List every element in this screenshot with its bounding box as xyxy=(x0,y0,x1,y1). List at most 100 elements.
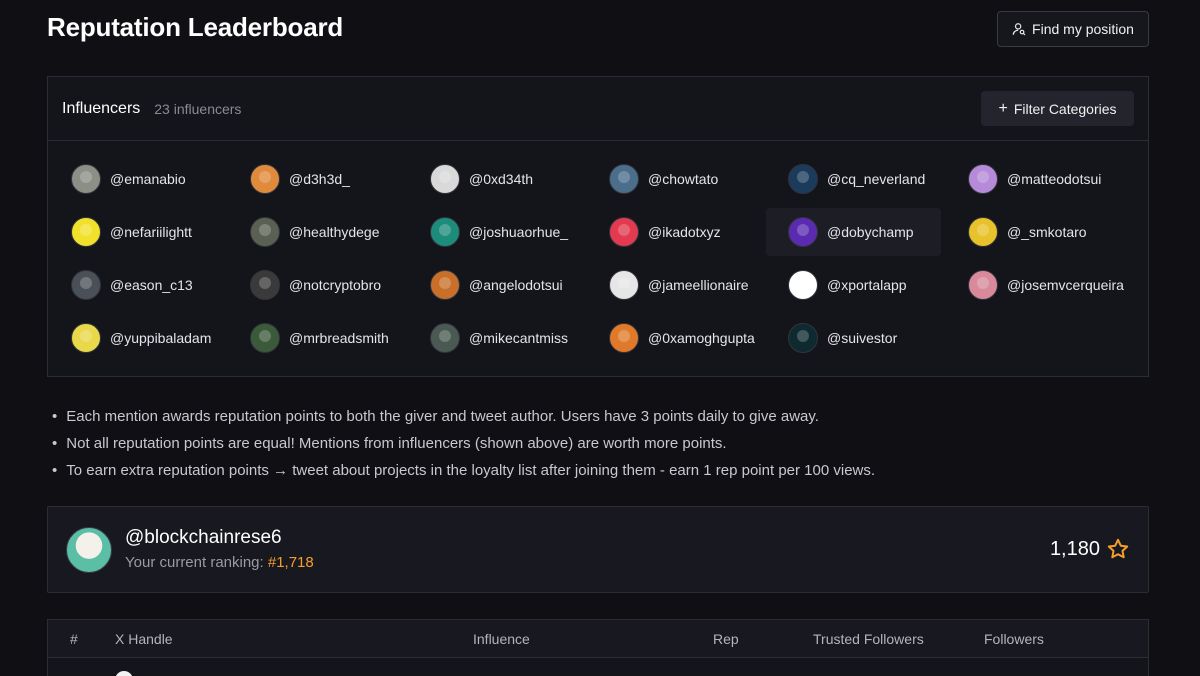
avatar xyxy=(71,270,101,300)
influencers-count: 23 influencers xyxy=(154,100,242,117)
influencer-item[interactable]: @ikadotxyz xyxy=(587,208,762,256)
col-followers[interactable]: Followers xyxy=(984,631,1044,647)
col-influence[interactable]: Influence xyxy=(473,631,530,647)
my-position-card: @blockchainrese6 Your current ranking: #… xyxy=(47,506,1149,593)
influencer-handle: @_smkotaro xyxy=(1007,224,1087,240)
influencer-item[interactable]: @suivestor xyxy=(766,314,941,362)
influencer-item[interactable]: @josemvcerqueira xyxy=(946,261,1124,309)
influencer-handle: @ikadotxyz xyxy=(648,224,721,240)
influencer-item[interactable]: @d3h3d_ xyxy=(228,155,403,203)
filter-categories-button[interactable]: + Filter Categories xyxy=(981,91,1134,126)
influencer-handle: @notcryptobro xyxy=(289,277,382,293)
influencer-item[interactable]: @0xamoghgupta xyxy=(587,314,762,362)
col-rank[interactable]: # xyxy=(70,631,78,647)
influencer-handle: @eason_c13 xyxy=(110,277,193,293)
info-list: Each mention awards reputation points to… xyxy=(52,403,875,484)
avatar xyxy=(609,270,639,300)
influencer-item[interactable]: @0xd34th xyxy=(408,155,583,203)
avatar xyxy=(115,671,133,676)
col-trusted-followers[interactable]: Trusted Followers xyxy=(813,631,924,647)
filter-categories-label: Filter Categories xyxy=(1013,100,1117,117)
page-title: Reputation Leaderboard xyxy=(47,12,344,42)
influencer-item[interactable]: @_smkotaro xyxy=(946,208,1121,256)
influencer-handle: @xportalapp xyxy=(827,277,907,293)
avatar xyxy=(788,217,818,247)
avatar xyxy=(71,164,101,194)
influencer-handle: @0xd34th xyxy=(469,171,534,187)
avatar xyxy=(71,217,101,247)
influencer-item[interactable]: @xportalapp xyxy=(766,261,941,309)
influencer-handle: @jameellionaire xyxy=(648,277,749,293)
user-icon xyxy=(1012,23,1026,36)
influencers-header: Influencers 23 influencers + Filter Cate… xyxy=(48,77,1148,141)
avatar xyxy=(968,164,998,194)
influencer-handle: @joshuaorhue_ xyxy=(469,224,569,240)
influencer-item[interactable]: @joshuaorhue_ xyxy=(408,208,583,256)
influencer-handle: @suivestor xyxy=(827,330,898,346)
influencer-item[interactable]: @matteodotsui xyxy=(946,155,1121,203)
avatar xyxy=(609,217,639,247)
col-handle[interactable]: X Handle xyxy=(115,631,173,647)
influencer-handle: @emanabio xyxy=(110,171,186,187)
influencer-handle: @nefariilightt xyxy=(110,224,192,240)
influencer-item[interactable]: @mikecantmiss xyxy=(408,314,583,362)
influencer-item[interactable]: @notcryptobro xyxy=(228,261,403,309)
influencer-handle: @mrbreadsmith xyxy=(289,330,389,346)
influencer-handle: @yuppibaladam xyxy=(110,330,212,346)
influencer-handle: @dobychamp xyxy=(827,224,914,240)
avatar xyxy=(430,323,460,353)
avatar xyxy=(609,323,639,353)
influencer-item[interactable]: @dobychamp xyxy=(766,208,941,256)
influencers-grid: @emanabio @d3h3d_ @0xd34th @chowtato @cq_nev… xyxy=(48,141,1148,377)
avatar xyxy=(968,270,998,300)
avatar xyxy=(788,270,818,300)
avatar xyxy=(71,323,101,353)
table-header: # X Handle Influence Rep Trusted Followe… xyxy=(48,620,1148,658)
influencer-item[interactable]: @healthydege xyxy=(228,208,403,256)
influencer-item[interactable]: @jameellionaire xyxy=(587,261,762,309)
avatar xyxy=(250,164,280,194)
influencer-item[interactable]: @emanabio xyxy=(49,155,224,203)
avatar xyxy=(430,217,460,247)
avatar xyxy=(430,270,460,300)
influencers-panel: Influencers 23 influencers + Filter Cate… xyxy=(47,76,1149,377)
ranking-value: #1,718 xyxy=(267,554,314,571)
influencer-handle: @chowtato xyxy=(648,171,719,187)
avatar xyxy=(430,164,460,194)
influencer-handle: @matteodotsui xyxy=(1007,171,1102,187)
avatar xyxy=(788,323,818,353)
table-row[interactable] xyxy=(48,658,1148,676)
my-handle[interactable]: @blockchainrese6 xyxy=(125,527,282,549)
influencer-handle: @d3h3d_ xyxy=(289,171,350,187)
info-item: Each mention awards reputation points to… xyxy=(52,403,875,430)
influencer-item[interactable]: @cq_neverland xyxy=(766,155,941,203)
influencer-item[interactable]: @nefariilightt xyxy=(49,208,224,256)
find-my-position-label: Find my position xyxy=(1032,21,1134,37)
avatar xyxy=(250,323,280,353)
influencer-item[interactable]: @eason_c13 xyxy=(49,261,224,309)
influencer-handle: @cq_neverland xyxy=(827,171,926,187)
influencer-item[interactable]: @angelodotsui xyxy=(408,261,583,309)
find-my-position-button[interactable]: Find my position xyxy=(997,11,1149,47)
info-item: To earn extra reputation points → tweet … xyxy=(52,457,875,484)
plus-icon: + xyxy=(998,99,1008,117)
my-score: 1,180 xyxy=(1049,538,1100,560)
my-ranking: Your current ranking: #1,718 xyxy=(125,554,314,571)
avatar xyxy=(250,270,280,300)
ranking-prefix: Your current ranking: xyxy=(125,554,268,571)
star-icon xyxy=(1107,538,1129,559)
influencer-handle: @healthydege xyxy=(289,224,380,240)
influencer-handle: @josemvcerqueira xyxy=(1007,277,1124,293)
influencer-handle: @angelodotsui xyxy=(469,277,563,293)
avatar xyxy=(250,217,280,247)
influencer-item[interactable]: @yuppibaladam xyxy=(49,314,224,362)
avatar xyxy=(788,164,818,194)
col-rep[interactable]: Rep xyxy=(713,631,739,647)
avatar xyxy=(66,527,112,573)
avatar xyxy=(609,164,639,194)
influencer-item[interactable]: @mrbreadsmith xyxy=(228,314,403,362)
influencers-title: Influencers xyxy=(62,99,141,117)
influencer-handle: @mikecantmiss xyxy=(469,330,569,346)
influencer-item[interactable]: @chowtato xyxy=(587,155,762,203)
influencer-handle: @0xamoghgupta xyxy=(648,330,755,346)
